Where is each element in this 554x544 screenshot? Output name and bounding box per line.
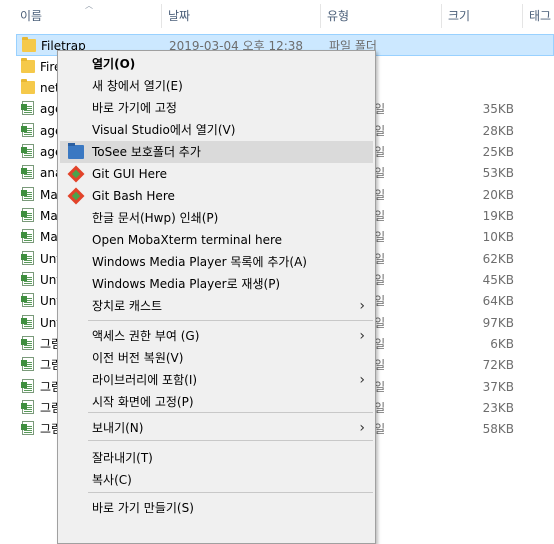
doc-icon bbox=[21, 187, 34, 201]
doc-icon bbox=[21, 379, 34, 393]
menu-item-label: 열기(O) bbox=[92, 57, 136, 71]
file-size: 20KB bbox=[482, 188, 514, 202]
menu-item-label: 복사(C) bbox=[92, 473, 132, 487]
file-size: 72KB bbox=[482, 358, 514, 372]
menu-item[interactable]: 액세스 권한 부여 (G) › bbox=[60, 325, 373, 347]
doc-icon bbox=[21, 208, 34, 222]
folder-icon bbox=[21, 79, 35, 94]
file-size: 28KB bbox=[482, 124, 514, 138]
menu-item[interactable]: 보내기(N) › bbox=[60, 417, 373, 439]
menu-item-label: 새 창에서 열기(E) bbox=[92, 79, 183, 93]
menu-item-label: Windows Media Player 목록에 추가(A) bbox=[92, 255, 307, 269]
menu-item[interactable]: 복사(C) bbox=[60, 469, 373, 491]
menu-separator bbox=[88, 492, 373, 493]
menu-item[interactable]: 한글 문서(Hwp) 인쇄(P) bbox=[60, 207, 373, 229]
doc-icon bbox=[21, 357, 34, 371]
menu-item-label: 바로 가기에 고정 bbox=[92, 101, 177, 115]
menu-item[interactable]: Visual Studio에서 열기(V) bbox=[60, 119, 373, 141]
doc-icon bbox=[21, 165, 34, 179]
context-menu: 열기(O) 새 창에서 열기(E) 바로 가기에 고정 Visual Studio에서… bbox=[57, 50, 376, 544]
menu-item[interactable]: Git GUI Here bbox=[60, 163, 373, 185]
tosee-folder-icon bbox=[68, 143, 84, 159]
menu-item-label: 시작 화면에 고정(P) bbox=[92, 395, 194, 409]
file-size: 19KB bbox=[482, 209, 514, 223]
column-header-size[interactable]: 크기 bbox=[442, 0, 522, 32]
menu-item-label: Git Bash Here bbox=[92, 189, 175, 203]
column-header-tags[interactable]: 태그 bbox=[523, 0, 554, 32]
menu-item[interactable]: 잘라내기(T) bbox=[60, 447, 373, 469]
file-size: 6KB bbox=[490, 337, 514, 351]
menu-separator bbox=[88, 440, 373, 441]
folder-icon bbox=[21, 58, 35, 73]
menu-item[interactable]: Windows Media Player 목록에 추가(A) bbox=[60, 251, 373, 273]
git-icon bbox=[67, 165, 85, 183]
file-name: Ma bbox=[40, 230, 58, 244]
menu-item-label: Git GUI Here bbox=[92, 167, 168, 181]
menu-item[interactable]: 바로 가기에 고정 bbox=[60, 97, 373, 119]
doc-icon bbox=[21, 293, 34, 307]
submenu-arrow-icon: › bbox=[359, 420, 365, 436]
menu-item[interactable]: 새 창에서 열기(E) bbox=[60, 75, 373, 97]
menu-item[interactable]: 장치로 캐스트 › bbox=[60, 295, 373, 317]
menu-item[interactable]: 시작 화면에 고정(P) bbox=[60, 391, 373, 413]
file-size: 25KB bbox=[482, 145, 514, 159]
doc-icon bbox=[21, 336, 34, 350]
menu-item-label: 장치로 캐스트 bbox=[92, 299, 163, 313]
menu-separator bbox=[88, 412, 373, 413]
file-name: Ma bbox=[40, 188, 58, 202]
menu-item-label: 바로 가기 만들기(S) bbox=[92, 501, 194, 515]
file-size: 10KB bbox=[482, 230, 514, 244]
file-size: 23KB bbox=[482, 401, 514, 415]
doc-icon bbox=[21, 144, 34, 158]
submenu-arrow-icon: › bbox=[359, 298, 365, 314]
doc-icon bbox=[21, 251, 34, 265]
file-size: 58KB bbox=[482, 422, 514, 436]
menu-item[interactable]: Windows Media Player로 재생(P) bbox=[60, 273, 373, 295]
menu-item-label: 이전 버전 복원(V) bbox=[92, 351, 184, 365]
menu-item-label: Visual Studio에서 열기(V) bbox=[92, 123, 236, 137]
menu-item-label: 액세스 권한 부여 (G) bbox=[92, 329, 200, 343]
file-size: 53KB bbox=[482, 166, 514, 180]
file-name: Ma bbox=[40, 209, 58, 223]
menu-item[interactable]: ToSee 보호폴더 추가 bbox=[60, 141, 373, 163]
doc-icon bbox=[21, 123, 34, 137]
submenu-arrow-icon: › bbox=[359, 372, 365, 388]
menu-item[interactable]: Git Bash Here bbox=[60, 185, 373, 207]
submenu-arrow-icon: › bbox=[359, 328, 365, 344]
menu-item-label: ToSee 보호폴더 추가 bbox=[92, 145, 201, 159]
menu-item-label: 잘라내기(T) bbox=[92, 451, 153, 465]
doc-icon bbox=[21, 315, 34, 329]
menu-item-label: Windows Media Player로 재생(P) bbox=[92, 277, 281, 291]
menu-separator bbox=[88, 320, 373, 321]
file-size: 64KB bbox=[482, 294, 514, 308]
file-size: 97KB bbox=[482, 316, 514, 330]
doc-icon bbox=[21, 400, 34, 414]
sort-ascending-icon: ︿ bbox=[85, 1, 93, 10]
file-size: 35KB bbox=[482, 102, 514, 116]
menu-item[interactable]: 이전 버전 복원(V) bbox=[60, 347, 373, 369]
file-size: 62KB bbox=[482, 252, 514, 266]
menu-item[interactable]: 라이브러리에 포함(I) › bbox=[60, 369, 373, 391]
column-header-type[interactable]: 유형 bbox=[321, 0, 441, 32]
menu-item[interactable]: 열기(O) bbox=[60, 53, 373, 75]
menu-item-label: 라이브러리에 포함(I) bbox=[92, 373, 198, 387]
file-size: 37KB bbox=[482, 380, 514, 394]
file-size: 45KB bbox=[482, 273, 514, 287]
doc-icon bbox=[21, 229, 34, 243]
column-header-bar: 이름 ︿ 날짜 유형 크기 태그 bbox=[0, 0, 554, 32]
doc-icon bbox=[21, 272, 34, 286]
doc-icon bbox=[21, 421, 34, 435]
menu-item-label: 보내기(N) bbox=[92, 421, 144, 435]
folder-icon bbox=[22, 37, 36, 52]
menu-item[interactable]: 바로 가기 만들기(S) bbox=[60, 497, 373, 519]
menu-item[interactable]: Open MobaXterm terminal here bbox=[60, 229, 373, 251]
git-icon bbox=[67, 187, 85, 205]
menu-item-label: Open MobaXterm terminal here bbox=[92, 233, 283, 247]
menu-item-label: 한글 문서(Hwp) 인쇄(P) bbox=[92, 211, 219, 225]
doc-icon bbox=[21, 101, 34, 115]
column-header-date[interactable]: 날짜 bbox=[162, 0, 320, 32]
